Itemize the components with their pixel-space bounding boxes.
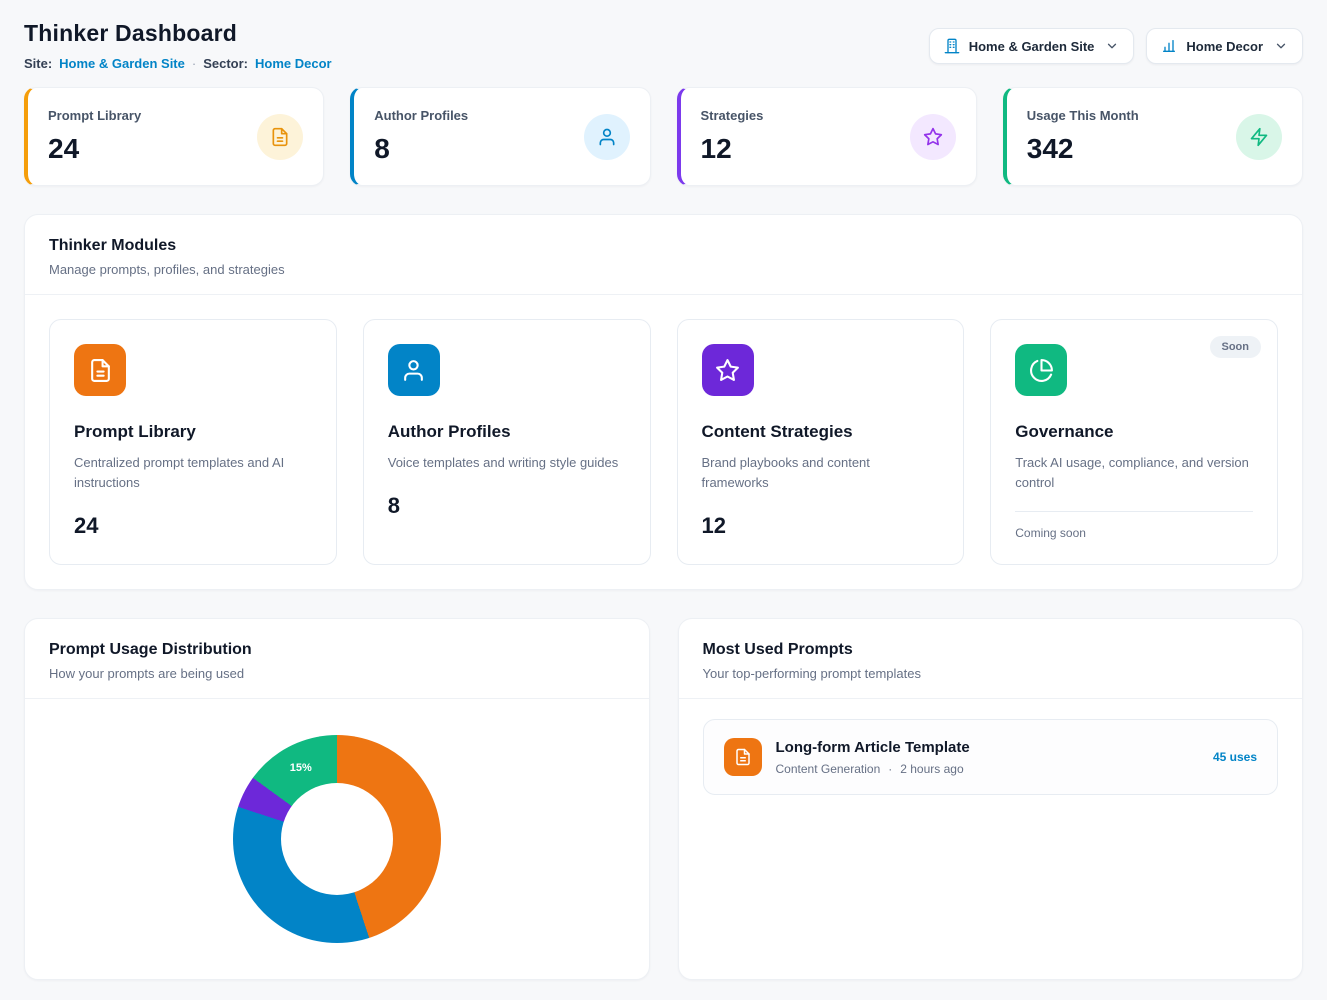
module-value: 24 <box>74 513 312 539</box>
module-value: 12 <box>702 513 940 539</box>
separator-dot: · <box>192 56 196 71</box>
usage-title: Prompt Usage Distribution <box>49 641 625 659</box>
usage-subtitle: How your prompts are being used <box>49 666 625 681</box>
title-block: Thinker Dashboard Site: Home & Garden Si… <box>24 20 332 71</box>
star-icon <box>910 114 956 160</box>
page-title: Thinker Dashboard <box>24 20 332 47</box>
prompt-item-title: Long-form Article Template <box>776 739 1199 756</box>
module-card-governance[interactable]: Soon Governance Track AI usage, complian… <box>990 319 1278 565</box>
separator-dot: · <box>888 762 892 776</box>
lightning-icon <box>1236 114 1282 160</box>
document-icon <box>724 738 762 776</box>
stat-card-author-profiles: Author Profiles 8 <box>350 87 650 186</box>
prompts-title: Most Used Prompts <box>703 641 1279 659</box>
donut-chart: 15% <box>233 735 441 943</box>
module-title: Author Profiles <box>388 422 626 442</box>
module-value: 8 <box>388 493 626 519</box>
site-selector-label: Home & Garden Site <box>969 39 1095 54</box>
user-icon <box>388 344 440 396</box>
module-card-prompt-library[interactable]: Prompt Library Centralized prompt templa… <box>49 319 337 565</box>
prompt-category: Content Generation <box>776 762 881 776</box>
site-label: Site: <box>24 56 52 71</box>
module-card-author-profiles[interactable]: Author Profiles Voice templates and writ… <box>363 319 651 565</box>
user-icon <box>584 114 630 160</box>
modules-panel: Thinker Modules Manage prompts, profiles… <box>24 214 1303 590</box>
dashboard-page: Thinker Dashboard Site: Home & Garden Si… <box>0 0 1327 1000</box>
document-icon <box>74 344 126 396</box>
stat-label: Author Profiles <box>374 108 468 123</box>
module-title: Prompt Library <box>74 422 312 442</box>
stat-label: Prompt Library <box>48 108 141 123</box>
prompts-subtitle: Your top-performing prompt templates <box>703 666 1279 681</box>
stats-row: Prompt Library 24 Author Profiles 8 Stra… <box>24 87 1303 186</box>
chevron-down-icon <box>1274 39 1288 53</box>
pie-chart-icon <box>1015 344 1067 396</box>
stat-value: 12 <box>701 133 764 165</box>
uses-count-badge: 45 uses <box>1213 750 1257 764</box>
prompt-list: Long-form Article Template Content Gener… <box>679 699 1303 815</box>
usage-panel-header: Prompt Usage Distribution How your promp… <box>25 619 649 698</box>
site-selector-dropdown[interactable]: Home & Garden Site <box>929 28 1135 64</box>
modules-panel-header: Thinker Modules Manage prompts, profiles… <box>25 215 1302 294</box>
stat-value: 8 <box>374 133 468 165</box>
module-card-content-strategies[interactable]: Content Strategies Brand playbooks and c… <box>677 319 965 565</box>
stat-label: Usage This Month <box>1027 108 1139 123</box>
bottom-row: Prompt Usage Distribution How your promp… <box>24 618 1303 980</box>
sector-link[interactable]: Home Decor <box>255 56 332 71</box>
prompt-timestamp: 2 hours ago <box>900 762 963 776</box>
stat-value: 24 <box>48 133 141 165</box>
donut-hole <box>281 783 393 895</box>
site-link[interactable]: Home & Garden Site <box>59 56 185 71</box>
sector-label: Sector: <box>203 56 248 71</box>
modules-title: Thinker Modules <box>49 237 1278 255</box>
building-icon <box>944 38 960 54</box>
module-description: Voice templates and writing style guides <box>388 453 626 473</box>
stat-label: Strategies <box>701 108 764 123</box>
module-title: Content Strategies <box>702 422 940 442</box>
stat-card-prompt-library: Prompt Library 24 <box>24 87 324 186</box>
chevron-down-icon <box>1105 39 1119 53</box>
list-item[interactable]: Long-form Article Template Content Gener… <box>703 719 1279 795</box>
prompts-panel-header: Most Used Prompts Your top-performing pr… <box>679 619 1303 698</box>
module-description: Brand playbooks and content frameworks <box>702 453 940 493</box>
divider <box>1015 511 1253 512</box>
sector-selector-label: Home Decor <box>1186 39 1263 54</box>
sector-selector-dropdown[interactable]: Home Decor <box>1146 28 1303 64</box>
module-description: Centralized prompt templates and AI inst… <box>74 453 312 493</box>
modules-grid: Prompt Library Centralized prompt templa… <box>25 295 1302 589</box>
module-title: Governance <box>1015 422 1253 442</box>
prompt-item-meta: Content Generation · 2 hours ago <box>776 762 1199 776</box>
coming-soon-label: Coming soon <box>1015 526 1253 540</box>
module-description: Track AI usage, compliance, and version … <box>1015 453 1253 493</box>
document-icon <box>257 114 303 160</box>
modules-subtitle: Manage prompts, profiles, and strategies <box>49 262 1278 277</box>
stat-card-strategies: Strategies 12 <box>677 87 977 186</box>
header-controls: Home & Garden Site Home Decor <box>929 28 1303 64</box>
star-icon <box>702 344 754 396</box>
most-used-prompts-panel: Most Used Prompts Your top-performing pr… <box>678 618 1304 980</box>
breadcrumb: Site: Home & Garden Site · Sector: Home … <box>24 56 332 71</box>
stat-value: 342 <box>1027 133 1139 165</box>
soon-badge: Soon <box>1210 336 1262 358</box>
donut-segment-label: 15% <box>290 762 312 774</box>
bar-chart-icon <box>1161 38 1177 54</box>
usage-chart-area: 15% <box>25 699 649 979</box>
stat-card-usage: Usage This Month 342 <box>1003 87 1303 186</box>
header: Thinker Dashboard Site: Home & Garden Si… <box>24 20 1303 71</box>
usage-distribution-panel: Prompt Usage Distribution How your promp… <box>24 618 650 980</box>
